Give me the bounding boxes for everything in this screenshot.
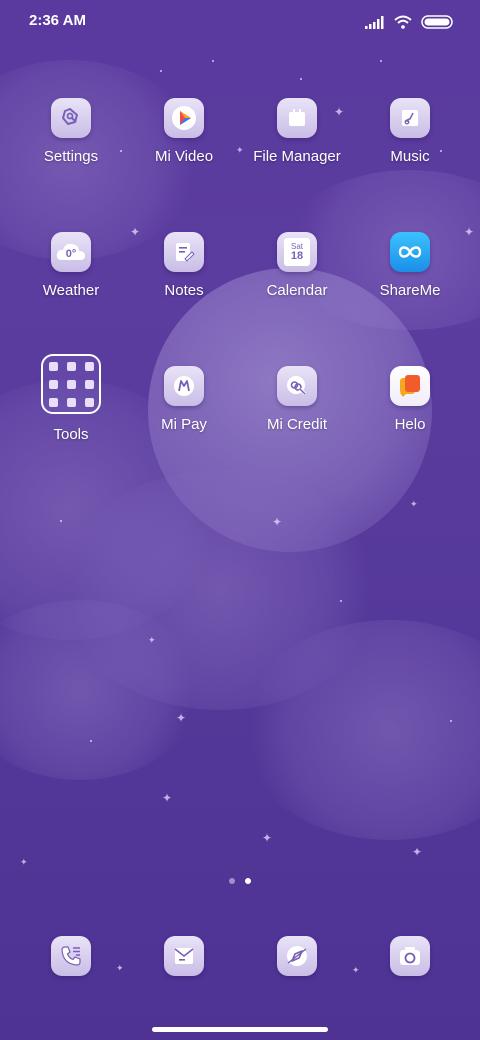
app-label: Settings (43, 148, 99, 165)
folder-app-preview (48, 379, 58, 389)
calendar-date: 18 (290, 249, 304, 262)
dock-phone[interactable] (51, 936, 91, 976)
status-icons (365, 12, 453, 32)
app-label: Music (390, 148, 430, 165)
star-decoration (450, 720, 452, 722)
folder-app-preview (48, 397, 58, 407)
app-label: Helo (394, 416, 426, 433)
app-label: ShareMe (379, 282, 441, 299)
notes-icon (164, 232, 204, 272)
app-label: Weather (42, 282, 100, 299)
mi-pay-icon (164, 366, 204, 406)
weather-temperature: 0° (65, 248, 77, 260)
folder-app-preview (84, 361, 94, 371)
folder-app-preview (66, 379, 76, 389)
star-decoration: ✦ (352, 965, 360, 975)
star-decoration: ✦ (116, 963, 124, 973)
file-manager-icon (277, 98, 317, 138)
helo-icon (390, 366, 430, 406)
music-icon (390, 98, 430, 138)
star-decoration: ✦ (272, 515, 283, 529)
star-decoration: ✦ (162, 791, 173, 805)
star-decoration: ✦ (148, 635, 156, 645)
app-notes[interactable]: Notes (128, 232, 240, 299)
app-label: Tools (53, 426, 89, 443)
app-label: Notes (164, 282, 204, 299)
app-label: Mi Pay (161, 416, 207, 433)
page-dot-active[interactable] (245, 878, 251, 884)
status-bar: 2:36 AM (0, 0, 480, 44)
page-indicator (0, 878, 480, 884)
app-shareme[interactable]: ShareMe (354, 232, 466, 299)
page-dot[interactable] (229, 878, 235, 884)
camera-icon (400, 947, 420, 965)
star-decoration (60, 520, 62, 522)
app-settings[interactable]: Settings (15, 98, 127, 165)
app-label: Calendar (266, 282, 328, 299)
app-mi-pay[interactable]: Mi Pay (128, 366, 240, 433)
messages-icon (174, 948, 194, 964)
home-indicator[interactable] (152, 1027, 328, 1032)
star-decoration (90, 740, 92, 742)
star-decoration (340, 600, 342, 602)
home-screen: ✦ ✦ ✦ ✦ ✦ ✦ ✦ ✦ ✦ ✦ ✦ ✦ ✦ ✦ 2:36 AM Sett… (0, 0, 480, 1040)
app-label: Mi Video (154, 148, 214, 165)
status-time: 2:36 AM (29, 12, 86, 29)
folder-app-preview (66, 361, 76, 371)
battery-icon (421, 15, 453, 29)
weather-icon: 0° (51, 232, 91, 272)
folder-icon (41, 354, 101, 414)
app-label: File Manager (253, 148, 341, 165)
star-decoration: ✦ (262, 831, 273, 845)
dock-camera[interactable] (390, 936, 430, 976)
folder-app-preview (84, 397, 94, 407)
star-decoration: ✦ (20, 857, 28, 867)
star-decoration (160, 70, 162, 72)
star-decoration (212, 60, 214, 62)
app-mi-credit[interactable]: Mi Credit (241, 366, 353, 433)
app-file-manager[interactable]: File Manager (241, 98, 353, 165)
browser-icon (287, 946, 307, 966)
app-music[interactable]: Music (354, 98, 466, 165)
settings-icon (51, 98, 91, 138)
folder-app-preview (84, 379, 94, 389)
folder-app-preview (66, 397, 76, 407)
phone-icon (61, 946, 81, 966)
star-decoration: ✦ (412, 845, 423, 859)
star-decoration: ✦ (410, 499, 418, 509)
dock-messages[interactable] (164, 936, 204, 976)
app-weather[interactable]: 0° Weather (15, 232, 127, 299)
wifi-icon (394, 15, 412, 29)
mi-credit-icon (277, 366, 317, 406)
star-decoration (300, 78, 302, 80)
calendar-icon: Sat 18 (277, 232, 317, 272)
signal-icon (365, 15, 384, 29)
folder-app-preview (48, 361, 58, 371)
folder-tools[interactable]: Tools (15, 354, 127, 443)
app-mi-video[interactable]: Mi Video (128, 98, 240, 165)
star-decoration: ✦ (176, 711, 187, 725)
app-helo[interactable]: Helo (354, 366, 466, 433)
app-label: Mi Credit (266, 416, 327, 433)
dock-browser[interactable] (277, 936, 317, 976)
app-calendar[interactable]: Sat 18 Calendar (241, 232, 353, 299)
shareme-icon (390, 232, 430, 272)
star-decoration (380, 60, 382, 62)
mi-video-icon (164, 98, 204, 138)
